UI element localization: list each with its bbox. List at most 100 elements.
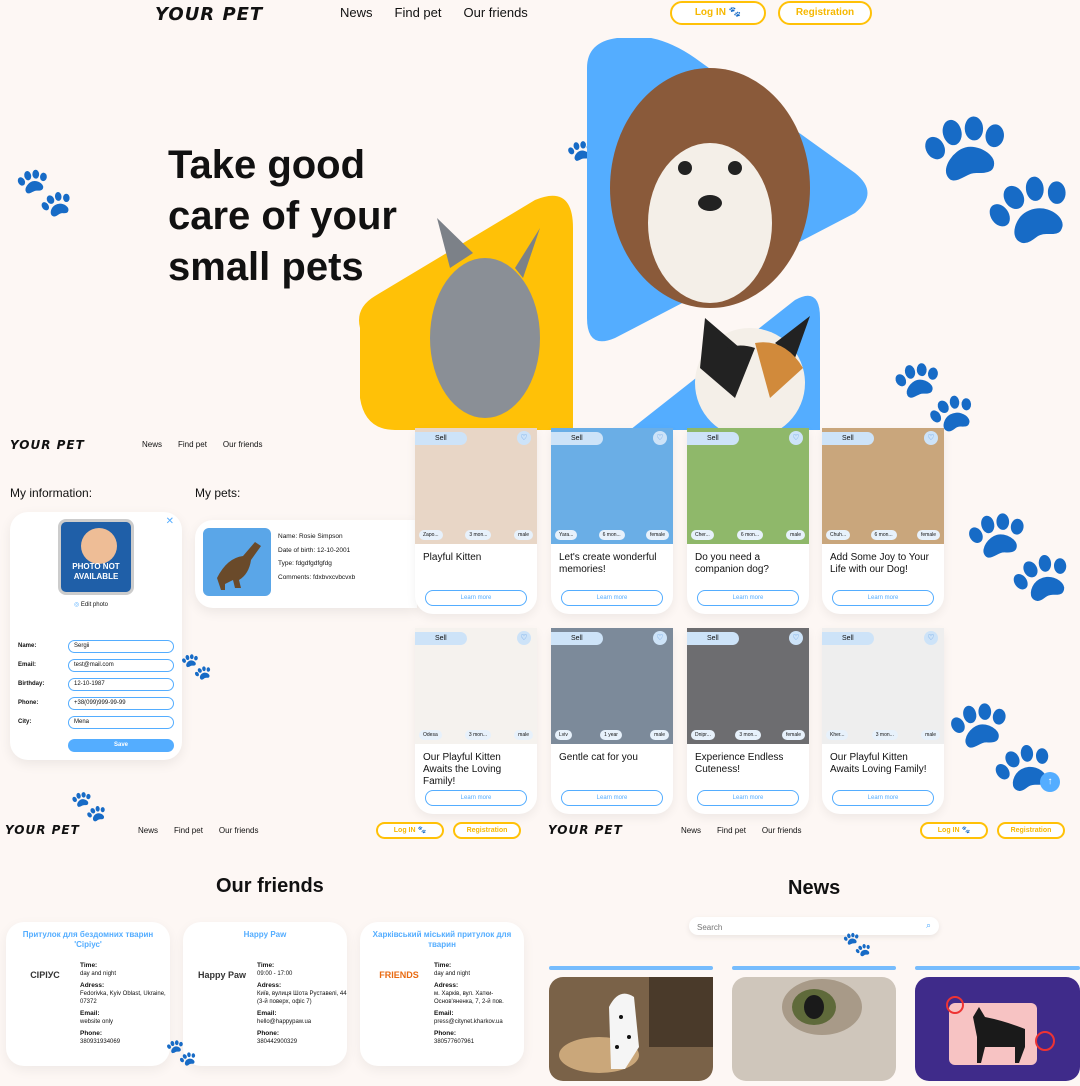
save-button[interactable]: Save (68, 739, 174, 752)
news-card[interactable] (732, 966, 896, 1081)
logo[interactable]: YOUR PET (10, 438, 85, 452)
nav-find-pet[interactable]: Find pet (717, 826, 746, 835)
address-label: Adress: (434, 982, 459, 989)
search-icon[interactable]: ⌕ (926, 920, 931, 931)
login-button[interactable]: Log IN 🐾 (376, 822, 444, 839)
notice-card: Sell ♡ Cher... 6 mon... male Do you need a co… (687, 428, 809, 614)
close-icon[interactable]: ✕ (166, 516, 174, 527)
login-button[interactable]: Log IN 🐾 (920, 822, 988, 839)
nav-find-pet[interactable]: Find pet (395, 5, 442, 20)
favorite-heart-icon[interactable]: ♡ (517, 431, 531, 445)
friend-email[interactable]: website only (80, 1019, 113, 1025)
learn-more-button[interactable]: Learn more (561, 590, 663, 606)
learn-more-button[interactable]: Learn more (561, 790, 663, 806)
nav-our-friends[interactable]: Our friends (464, 5, 528, 20)
friend-time: 09:00 - 17:00 (257, 971, 293, 977)
friend-address[interactable]: Fedorivka, Kyiv Oblast, Ukraine, 07372 (80, 991, 166, 1005)
email-field[interactable]: test@mail.com (68, 659, 174, 672)
nav-our-friends[interactable]: Our friends (762, 826, 802, 835)
avatar: PHOTO NOT AVAILABLE (58, 519, 134, 595)
friend-info: Time: day and night Adress: Fedorivka, Kyiv… (80, 958, 170, 1046)
registration-button[interactable]: Registration (997, 822, 1065, 839)
logo[interactable]: YOUR PET (5, 823, 80, 837)
paw-icon: 🐾 (961, 827, 971, 834)
nav-find-pet[interactable]: Find pet (174, 826, 203, 835)
learn-more-button[interactable]: Learn more (832, 590, 934, 606)
email-label: Email: (434, 1010, 454, 1017)
location-chip: Yara... (555, 530, 578, 540)
friend-name[interactable]: Притулок для бездомних тварин 'Сіріус' (6, 922, 170, 950)
login-button[interactable]: Log IN 🐾 (670, 1, 766, 25)
photo-placeholder-text: PHOTO NOT AVAILABLE (72, 562, 120, 581)
learn-more-button[interactable]: Learn more (832, 790, 934, 806)
learn-more-button[interactable]: Learn more (425, 590, 527, 606)
favorite-heart-icon[interactable]: ♡ (789, 431, 803, 445)
pet-image: Sell ♡ Yara... 6 mon... female (551, 428, 673, 544)
friend-name[interactable]: Харківський міський притулок для тварин (360, 922, 524, 950)
sex-chip: female (781, 730, 805, 740)
category-badge: Sell (822, 432, 874, 445)
sex-chip: male (786, 530, 805, 540)
favorite-heart-icon[interactable]: ♡ (789, 631, 803, 645)
friend-card: Happy Paw Happy Paw Time: 09:00 - 17:00 Adre… (183, 922, 347, 1066)
nav-news[interactable]: News (340, 5, 373, 20)
registration-button[interactable]: Registration (778, 1, 872, 25)
nav-news[interactable]: News (142, 440, 162, 449)
phone-field[interactable]: +38(099)999-99-99 (68, 697, 174, 710)
pet-image: Sell ♡ Lviv 1 year male (551, 628, 673, 744)
logo-text: YOUR PET (155, 4, 264, 25)
friend-info: Time: 09:00 - 17:00 Adress: Київ, вулиця Шо… (257, 958, 347, 1046)
favorite-heart-icon[interactable]: ♡ (653, 631, 667, 645)
friend-phone[interactable]: 380577607961 (434, 1039, 474, 1045)
friend-phone[interactable]: 380442900329 (257, 1039, 297, 1045)
favorite-heart-icon[interactable]: ♡ (924, 431, 938, 445)
friend-email[interactable]: hello@happypaw.ua (257, 1019, 311, 1025)
registration-button[interactable]: Registration (453, 822, 521, 839)
nav-news[interactable]: News (681, 826, 701, 835)
sex-chip: female (645, 530, 669, 540)
nav-find-pet[interactable]: Find pet (178, 440, 207, 449)
notice-card: Sell ♡ Yara... 6 mon... female Let's create w… (551, 428, 673, 614)
location-chip: Chuh... (826, 530, 851, 540)
friend-email[interactable]: press@citynet.kharkov.ua (434, 1019, 503, 1025)
city-field[interactable]: Mena (68, 716, 174, 729)
news-image (549, 977, 713, 1081)
edit-photo-button[interactable]: ◎ Edit photo (74, 601, 108, 608)
friend-name[interactable]: Happy Paw (183, 922, 347, 940)
favorite-heart-icon[interactable]: ♡ (924, 631, 938, 645)
phone-label: Phone: (434, 1030, 457, 1037)
friend-address[interactable]: м. Харків, вул. Хатки-Основ'яненка, 7, 2… (434, 991, 504, 1005)
learn-more-button[interactable]: Learn more (697, 790, 799, 806)
logo[interactable]: YOUR PET (548, 823, 623, 837)
friend-address[interactable]: Київ, вулиця Шота Руставелі, 44 (3-й пов… (257, 991, 347, 1005)
category-badge: Sell (822, 632, 874, 645)
location-chip: Lviv (555, 730, 572, 740)
notice-title: Add Some Joy to Your Life with our Dog! (830, 552, 929, 575)
learn-more-button[interactable]: Learn more (697, 590, 799, 606)
sex-chip: male (921, 730, 940, 740)
friend-phone[interactable]: 380931934069 (80, 1039, 120, 1045)
pet-info-chips: Cher... 6 mon... male (691, 530, 805, 540)
favorite-heart-icon[interactable]: ♡ (517, 631, 531, 645)
friend-info: Time: day and night Adress: м. Харків, вул.… (434, 958, 524, 1046)
paw-decoration-icon: 🐾 (915, 99, 1077, 251)
notice-card: Sell ♡ Kher... 3 mon... male Our Playful Kitt… (822, 628, 944, 814)
hero-pets-illustration (359, 38, 868, 430)
birthday-field[interactable]: 12-10-1987 (68, 678, 174, 691)
edit-photo-label: Edit photo (80, 602, 108, 608)
learn-more-button[interactable]: Learn more (425, 790, 527, 806)
pet-info-chips: Odesa 3 mon... male (419, 730, 533, 740)
nav-our-friends[interactable]: Our friends (219, 826, 259, 835)
notice-title: Our Playful Kitten Awaits Loving Family! (830, 752, 927, 775)
logo[interactable]: YOUR PET (155, 4, 263, 25)
news-card[interactable] (549, 966, 713, 1081)
category-badge: Sell (687, 632, 739, 645)
nav-our-friends[interactable]: Our friends (223, 440, 263, 449)
nav-news[interactable]: News (138, 826, 158, 835)
time-label: Time: (80, 962, 98, 969)
search-input[interactable] (689, 918, 909, 937)
scroll-up-button[interactable]: ↑ (1040, 772, 1060, 792)
favorite-heart-icon[interactable]: ♡ (653, 431, 667, 445)
news-card[interactable] (915, 966, 1080, 1081)
name-field[interactable]: Sergii (68, 640, 174, 653)
